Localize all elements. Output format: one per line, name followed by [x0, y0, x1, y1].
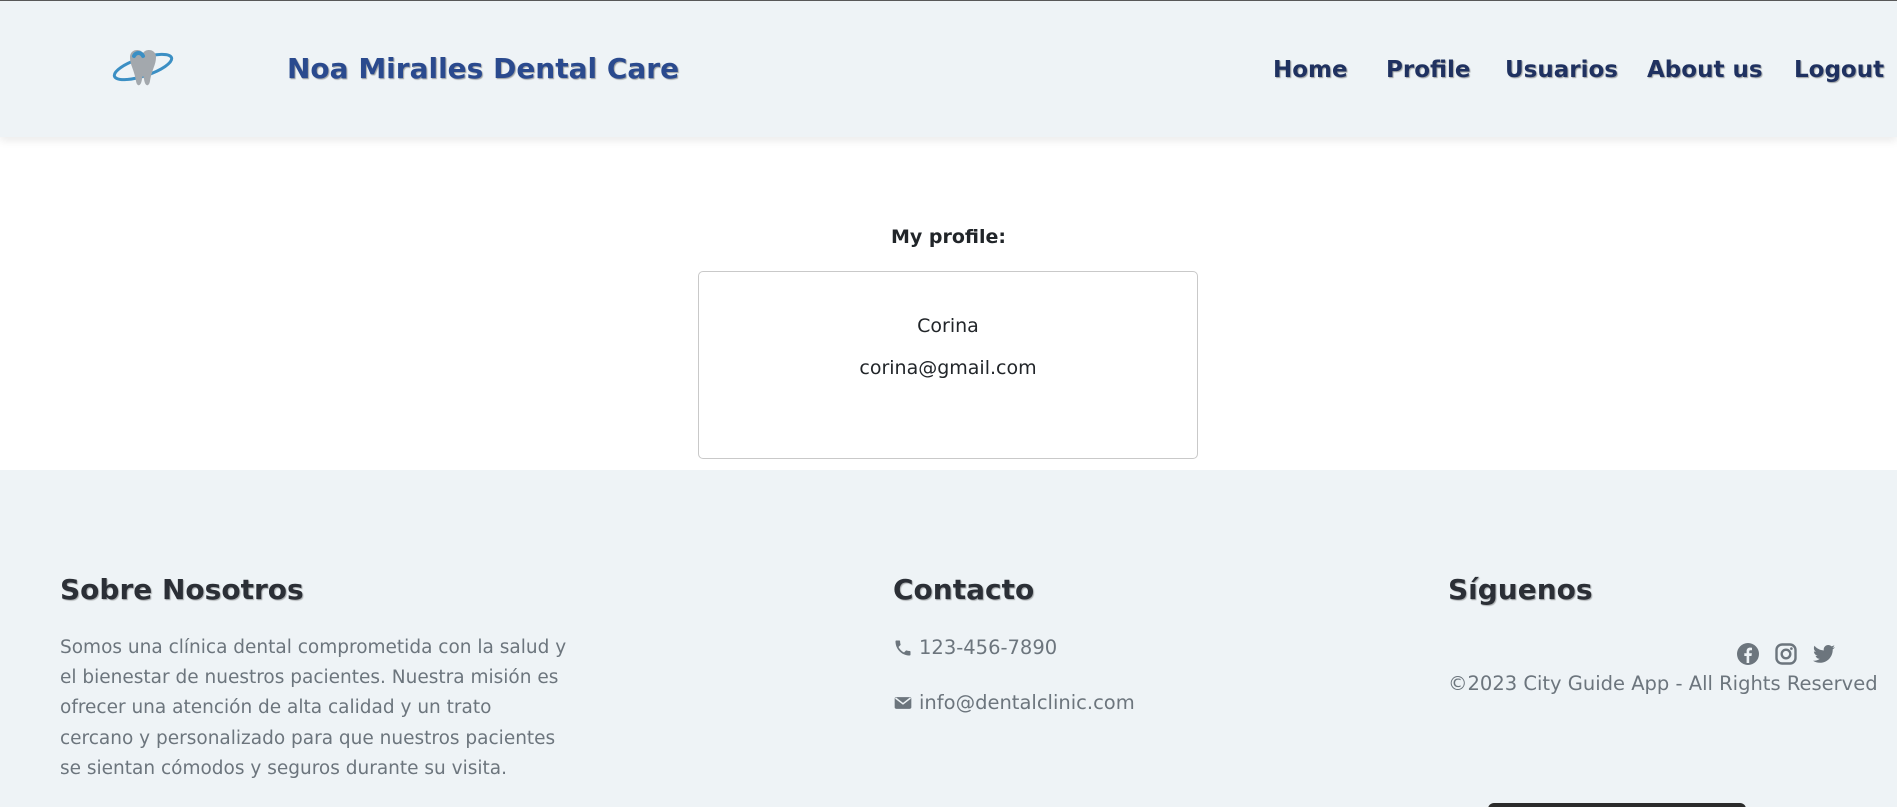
profile-name: Corina: [917, 315, 979, 337]
nav-usuarios[interactable]: Usuarios: [1505, 57, 1618, 83]
main-nav: Home Profile Usuarios About us Logout: [0, 57, 1897, 87]
profile-email: corina@gmail.com: [859, 357, 1037, 379]
about-text: Somos una clínica dental comprometida co…: [60, 637, 567, 779]
contact-heading: Contacto: [893, 573, 1035, 606]
social-links: [1736, 642, 1836, 666]
envelope-icon: [894, 696, 912, 709]
instagram-icon[interactable]: [1774, 642, 1798, 666]
follow-heading: Síguenos: [1448, 573, 1593, 606]
contact-phone: 123-456-7890: [893, 636, 1057, 659]
site-header: Noa Miralles Dental Care Home Profile Us…: [0, 1, 1897, 137]
twitter-icon[interactable]: [1812, 642, 1836, 666]
site-footer: Sobre Nosotros Somos una clínica dental …: [0, 470, 1897, 807]
phone-text: 123-456-7890: [919, 636, 1058, 659]
profile-card: Corina corina@gmail.com: [698, 271, 1198, 459]
facebook-icon[interactable]: [1736, 642, 1760, 666]
nav-about-us[interactable]: About us: [1647, 57, 1763, 83]
phone-icon: [895, 640, 911, 655]
nav-home[interactable]: Home: [1273, 57, 1348, 83]
email-text[interactable]: info@dentalclinic.com: [919, 691, 1135, 714]
nav-logout[interactable]: Logout: [1794, 57, 1884, 83]
floating-bar: [1488, 803, 1746, 807]
copyright-text: ©2023 City Guide App - All Rights Reserv…: [1448, 672, 1878, 695]
nav-profile[interactable]: Profile: [1386, 57, 1471, 83]
page-title: My profile:: [890, 226, 1006, 248]
about-heading: Sobre Nosotros: [60, 573, 304, 606]
contact-email: info@dentalclinic.com: [893, 691, 1135, 714]
